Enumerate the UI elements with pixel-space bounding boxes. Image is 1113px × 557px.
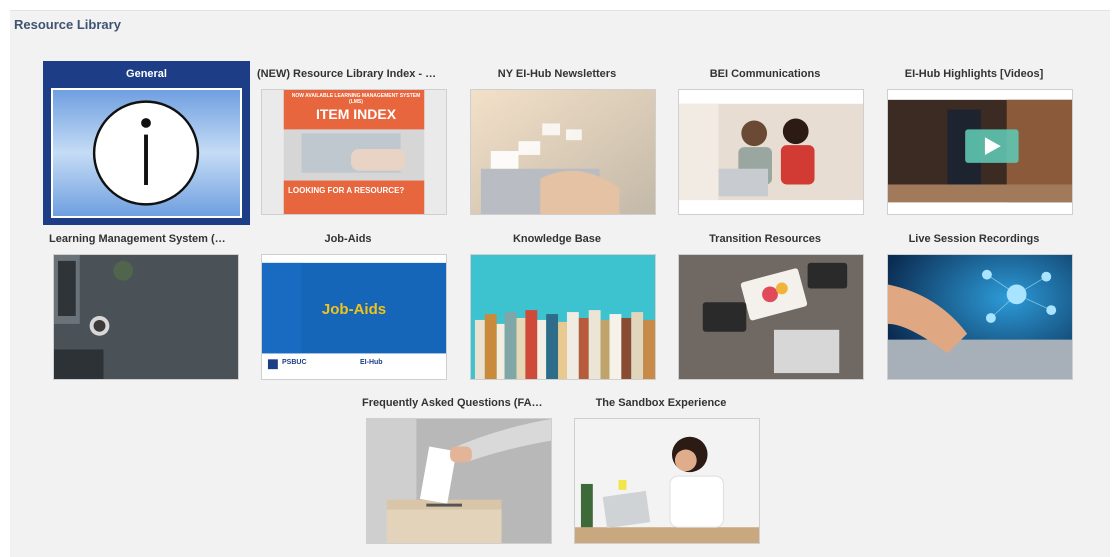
tile-resource-library-index[interactable]: (NEW) Resource Library Index - Quick ...… bbox=[253, 61, 447, 219]
sandbox-thumbnail bbox=[574, 418, 760, 544]
newsletter-thumbnail bbox=[470, 89, 656, 215]
item-index-heading: ITEM INDEX bbox=[315, 106, 397, 122]
tile-label: General bbox=[126, 68, 167, 80]
books-thumbnail bbox=[470, 254, 656, 380]
tile-transition-resources[interactable]: Transition Resources bbox=[670, 226, 864, 384]
tile-label: (NEW) Resource Library Index - Quick ... bbox=[257, 68, 443, 80]
network-thumbnail bbox=[887, 254, 1073, 380]
tile-label: Frequently Asked Questions (FAQs) bbox=[362, 397, 548, 409]
lms-thumbnail bbox=[53, 254, 239, 380]
tile-job-aids[interactable]: Job-Aids Job-Aids PSBUC EI-Hub bbox=[253, 226, 447, 384]
ei-hub-logo: EI-Hub bbox=[360, 359, 383, 366]
tile-label: Job-Aids bbox=[324, 233, 372, 245]
tile-highlights-videos[interactable]: EI-Hub Highlights [Videos] bbox=[879, 61, 1073, 219]
job-aids-thumbnail: Job-Aids PSBUC EI-Hub bbox=[261, 254, 447, 380]
bei-thumbnail bbox=[678, 89, 864, 215]
job-aids-heading: Job-Aids bbox=[321, 301, 387, 318]
tile-label: The Sandbox Experience bbox=[595, 397, 727, 409]
tile-label: EI-Hub Highlights [Videos] bbox=[904, 68, 1044, 80]
tile-general[interactable]: General bbox=[43, 61, 250, 225]
tile-newsletters[interactable]: NY EI-Hub Newsletters bbox=[462, 61, 656, 219]
tile-label: Live Session Recordings bbox=[908, 233, 1040, 245]
tile-label: Learning Management System (LMS) ... bbox=[49, 233, 235, 245]
video-thumbnail bbox=[887, 89, 1073, 215]
tile-faqs[interactable]: Frequently Asked Questions (FAQs) bbox=[358, 390, 552, 548]
transition-thumbnail bbox=[678, 254, 864, 380]
tile-label: NY EI-Hub Newsletters bbox=[497, 68, 617, 80]
page-title: Resource Library bbox=[14, 17, 121, 32]
ballot-box-thumbnail bbox=[366, 418, 552, 544]
info-icon bbox=[51, 88, 242, 218]
tile-label: Knowledge Base bbox=[512, 233, 602, 245]
item-index-question: LOOKING FOR A RESOURCE? bbox=[288, 186, 405, 195]
tile-bei-communications[interactable]: BEI Communications bbox=[670, 61, 864, 219]
item-index-tagline: NOW AVAILABLE LEARNING MANAGEMENT SYSTEM… bbox=[291, 93, 421, 105]
tile-sandbox-experience[interactable]: The Sandbox Experience bbox=[566, 390, 760, 548]
psbuc-logo: PSBUC bbox=[282, 359, 307, 366]
tile-label: BEI Communications bbox=[709, 68, 821, 80]
tile-knowledge-base[interactable]: Knowledge Base bbox=[462, 226, 656, 384]
tile-label: Transition Resources bbox=[709, 233, 821, 245]
item-index-thumbnail: NOW AVAILABLE LEARNING MANAGEMENT SYSTEM… bbox=[261, 89, 447, 215]
tile-lms[interactable]: Learning Management System (LMS) ... bbox=[45, 226, 239, 384]
tile-live-session-recordings[interactable]: Live Session Recordings bbox=[879, 226, 1073, 384]
